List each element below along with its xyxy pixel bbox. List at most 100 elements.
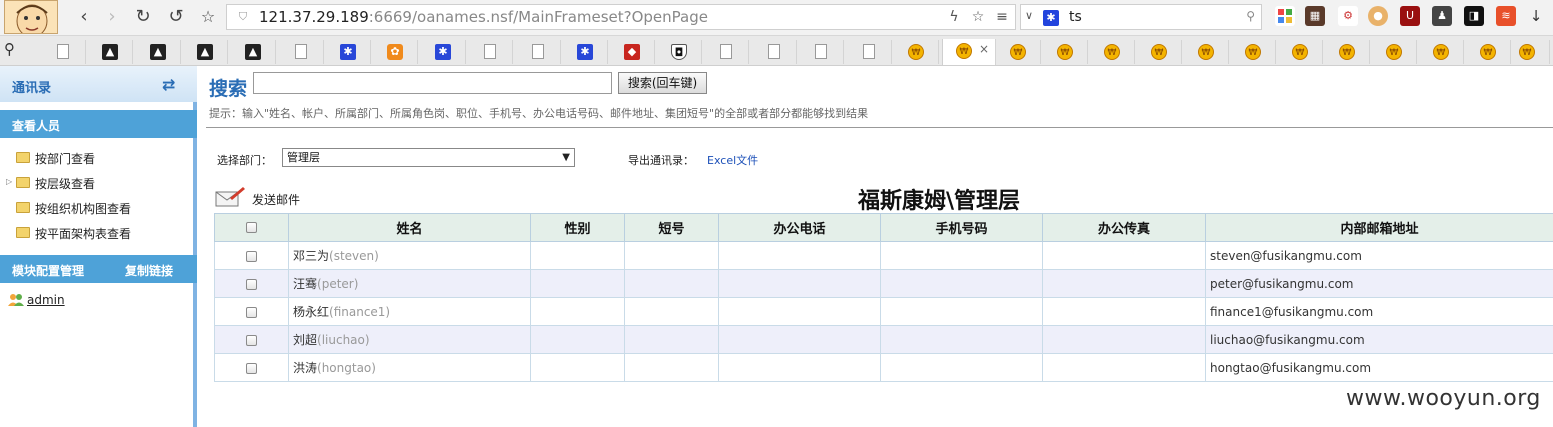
search-icon[interactable]: ⚲ [1246, 9, 1255, 23]
tab-page[interactable]: ◘ [658, 40, 702, 64]
column-header-name[interactable]: 姓名 [288, 213, 531, 242]
select-all-checkbox[interactable] [246, 222, 257, 233]
column-header-gender[interactable]: 性别 [530, 213, 625, 242]
tab-page[interactable]: ▲ [89, 40, 133, 64]
tab-page[interactable]: ₩ [1185, 40, 1229, 64]
module-config-link[interactable]: 模块配置管理 [12, 262, 84, 279]
dropdown-arrow-icon[interactable]: ▼ [562, 149, 570, 166]
cookie-icon[interactable]: ● [1368, 6, 1388, 26]
person-name[interactable]: 刘超 [293, 333, 317, 347]
close-icon[interactable]: × [979, 42, 989, 56]
admin-user-link[interactable]: admin [27, 293, 65, 307]
tab-page[interactable]: ₩ [1326, 40, 1370, 64]
tab-page[interactable]: ▲ [184, 40, 228, 64]
tab-page[interactable]: ₩ [1279, 40, 1323, 64]
extension-figure-icon[interactable]: ♟ [1432, 6, 1452, 26]
person-name[interactable]: 杨永红 [293, 305, 329, 319]
row-checkbox[interactable] [246, 306, 257, 318]
apps-grid-icon[interactable] [1275, 6, 1295, 26]
tab-page[interactable]: ₩ [1232, 40, 1276, 64]
row-checkbox[interactable] [246, 334, 257, 346]
cell-name[interactable]: 邓三为(steven) [288, 241, 531, 270]
coin-icon: ₩ [1480, 44, 1496, 60]
tab-page[interactable]: ₩ [997, 40, 1041, 64]
send-mail-button[interactable]: 发送邮件 [252, 191, 300, 208]
person-account: (peter) [317, 277, 359, 291]
tab-page[interactable]: ✱ [422, 40, 466, 64]
copy-link[interactable]: 复制链接 [125, 262, 173, 279]
reload-icon[interactable]: ↻ [132, 6, 154, 28]
tab-page[interactable]: ₩ [1044, 40, 1088, 64]
extension-glasses-icon[interactable]: ◨ [1464, 6, 1484, 26]
coin-icon: ₩ [956, 43, 972, 59]
page-icon [720, 44, 732, 59]
cell-name[interactable]: 洪涛(hongtao) [288, 353, 531, 382]
row-checkbox[interactable] [246, 362, 257, 374]
tab-page[interactable]: ₩ [1506, 40, 1550, 64]
tab-page[interactable] [517, 40, 561, 64]
tab-page[interactable] [753, 40, 797, 64]
address-bar[interactable]: ⛉ 121.37.29.189:6669/oanames.nsf/MainFra… [226, 4, 1016, 30]
menu-lines-icon[interactable]: ≡ [993, 8, 1011, 26]
department-select[interactable]: 管理层 ▼ [282, 148, 575, 167]
tab-page[interactable] [469, 40, 513, 64]
row-checkbox[interactable] [246, 278, 257, 290]
tab-page[interactable]: ₩ [1091, 40, 1135, 64]
search-engine-paw-icon[interactable]: ✱ [1043, 10, 1059, 26]
sidebar-header: 通讯录 ⇄ [0, 66, 197, 102]
tab-search-icon[interactable]: ⚲ [4, 40, 26, 62]
tab-page[interactable] [705, 40, 749, 64]
send-mail-icon[interactable] [215, 186, 245, 208]
cell-name[interactable]: 杨永红(finance1) [288, 297, 531, 326]
column-header-office-phone[interactable]: 办公电话 [718, 213, 881, 242]
back-icon[interactable]: ‹ [73, 6, 95, 28]
export-excel-link[interactable]: Excel文件 [707, 152, 758, 168]
person-name[interactable]: 邓三为 [293, 249, 329, 263]
favorite-star-icon[interactable]: ☆ [969, 8, 987, 26]
tab-page[interactable] [800, 40, 844, 64]
tab-page[interactable]: ✱ [564, 40, 608, 64]
coin-icon: ₩ [1151, 44, 1167, 60]
expand-triangle-icon[interactable]: ▷ [6, 177, 12, 186]
column-header-email[interactable]: 内部邮箱地址 [1205, 213, 1553, 242]
tab-page[interactable]: ₩ [1467, 40, 1511, 64]
tab-page[interactable] [280, 40, 324, 64]
person-name[interactable]: 洪涛 [293, 361, 317, 375]
search-input[interactable] [253, 72, 612, 94]
undo-icon[interactable]: ↺ [165, 6, 187, 28]
person-name[interactable]: 汪骞 [293, 277, 317, 291]
sidebar-section-view[interactable]: 查看人员 [0, 110, 197, 138]
tab-page[interactable]: ▲ [232, 40, 276, 64]
tab-page[interactable]: ✿ [374, 40, 418, 64]
tab-page[interactable] [848, 40, 892, 64]
lightning-icon[interactable]: ϟ [945, 8, 963, 26]
tab-page[interactable]: ▲ [137, 40, 181, 64]
row-checkbox[interactable] [246, 250, 257, 262]
search-box[interactable]: ∨ ✱ ts ⚲ [1020, 4, 1262, 30]
ublock-icon[interactable]: U [1400, 6, 1420, 26]
tab-page[interactable]: ✱ [327, 40, 371, 64]
extension-box-icon[interactable]: ▦ [1305, 6, 1325, 26]
extension-badge-icon[interactable]: ⚙ [1338, 6, 1358, 26]
extension-stripes-icon[interactable]: ≋ [1496, 6, 1516, 26]
column-header-short-number[interactable]: 短号 [624, 213, 719, 242]
cell-office-phone [718, 241, 881, 270]
tab-page[interactable]: ₩ [1138, 40, 1182, 64]
cell-name[interactable]: 汪骞(peter) [288, 269, 531, 298]
tab-page[interactable] [42, 40, 86, 64]
tab-page[interactable]: ₩ [1420, 40, 1464, 64]
avatar[interactable] [4, 0, 58, 34]
chevron-down-icon[interactable]: ∨ [1025, 9, 1033, 22]
tab-page[interactable]: ₩ [1373, 40, 1417, 64]
column-header-fax[interactable]: 办公传真 [1042, 213, 1206, 242]
forward-icon[interactable]: › [101, 6, 123, 28]
download-icon[interactable]: ↓ [1526, 6, 1546, 26]
tab-page[interactable]: ◆ [611, 40, 655, 64]
search-button[interactable]: 搜索(回车键) [618, 72, 707, 94]
cell-name[interactable]: 刘超(liuchao) [288, 325, 531, 354]
tab-page[interactable]: ₩ [895, 40, 939, 64]
bookmark-star-icon[interactable]: ☆ [197, 6, 219, 28]
refresh-icon[interactable]: ⇄ [162, 75, 175, 94]
column-header-mobile[interactable]: 手机号码 [880, 213, 1043, 242]
tab-active[interactable]: ₩ × [942, 39, 996, 65]
